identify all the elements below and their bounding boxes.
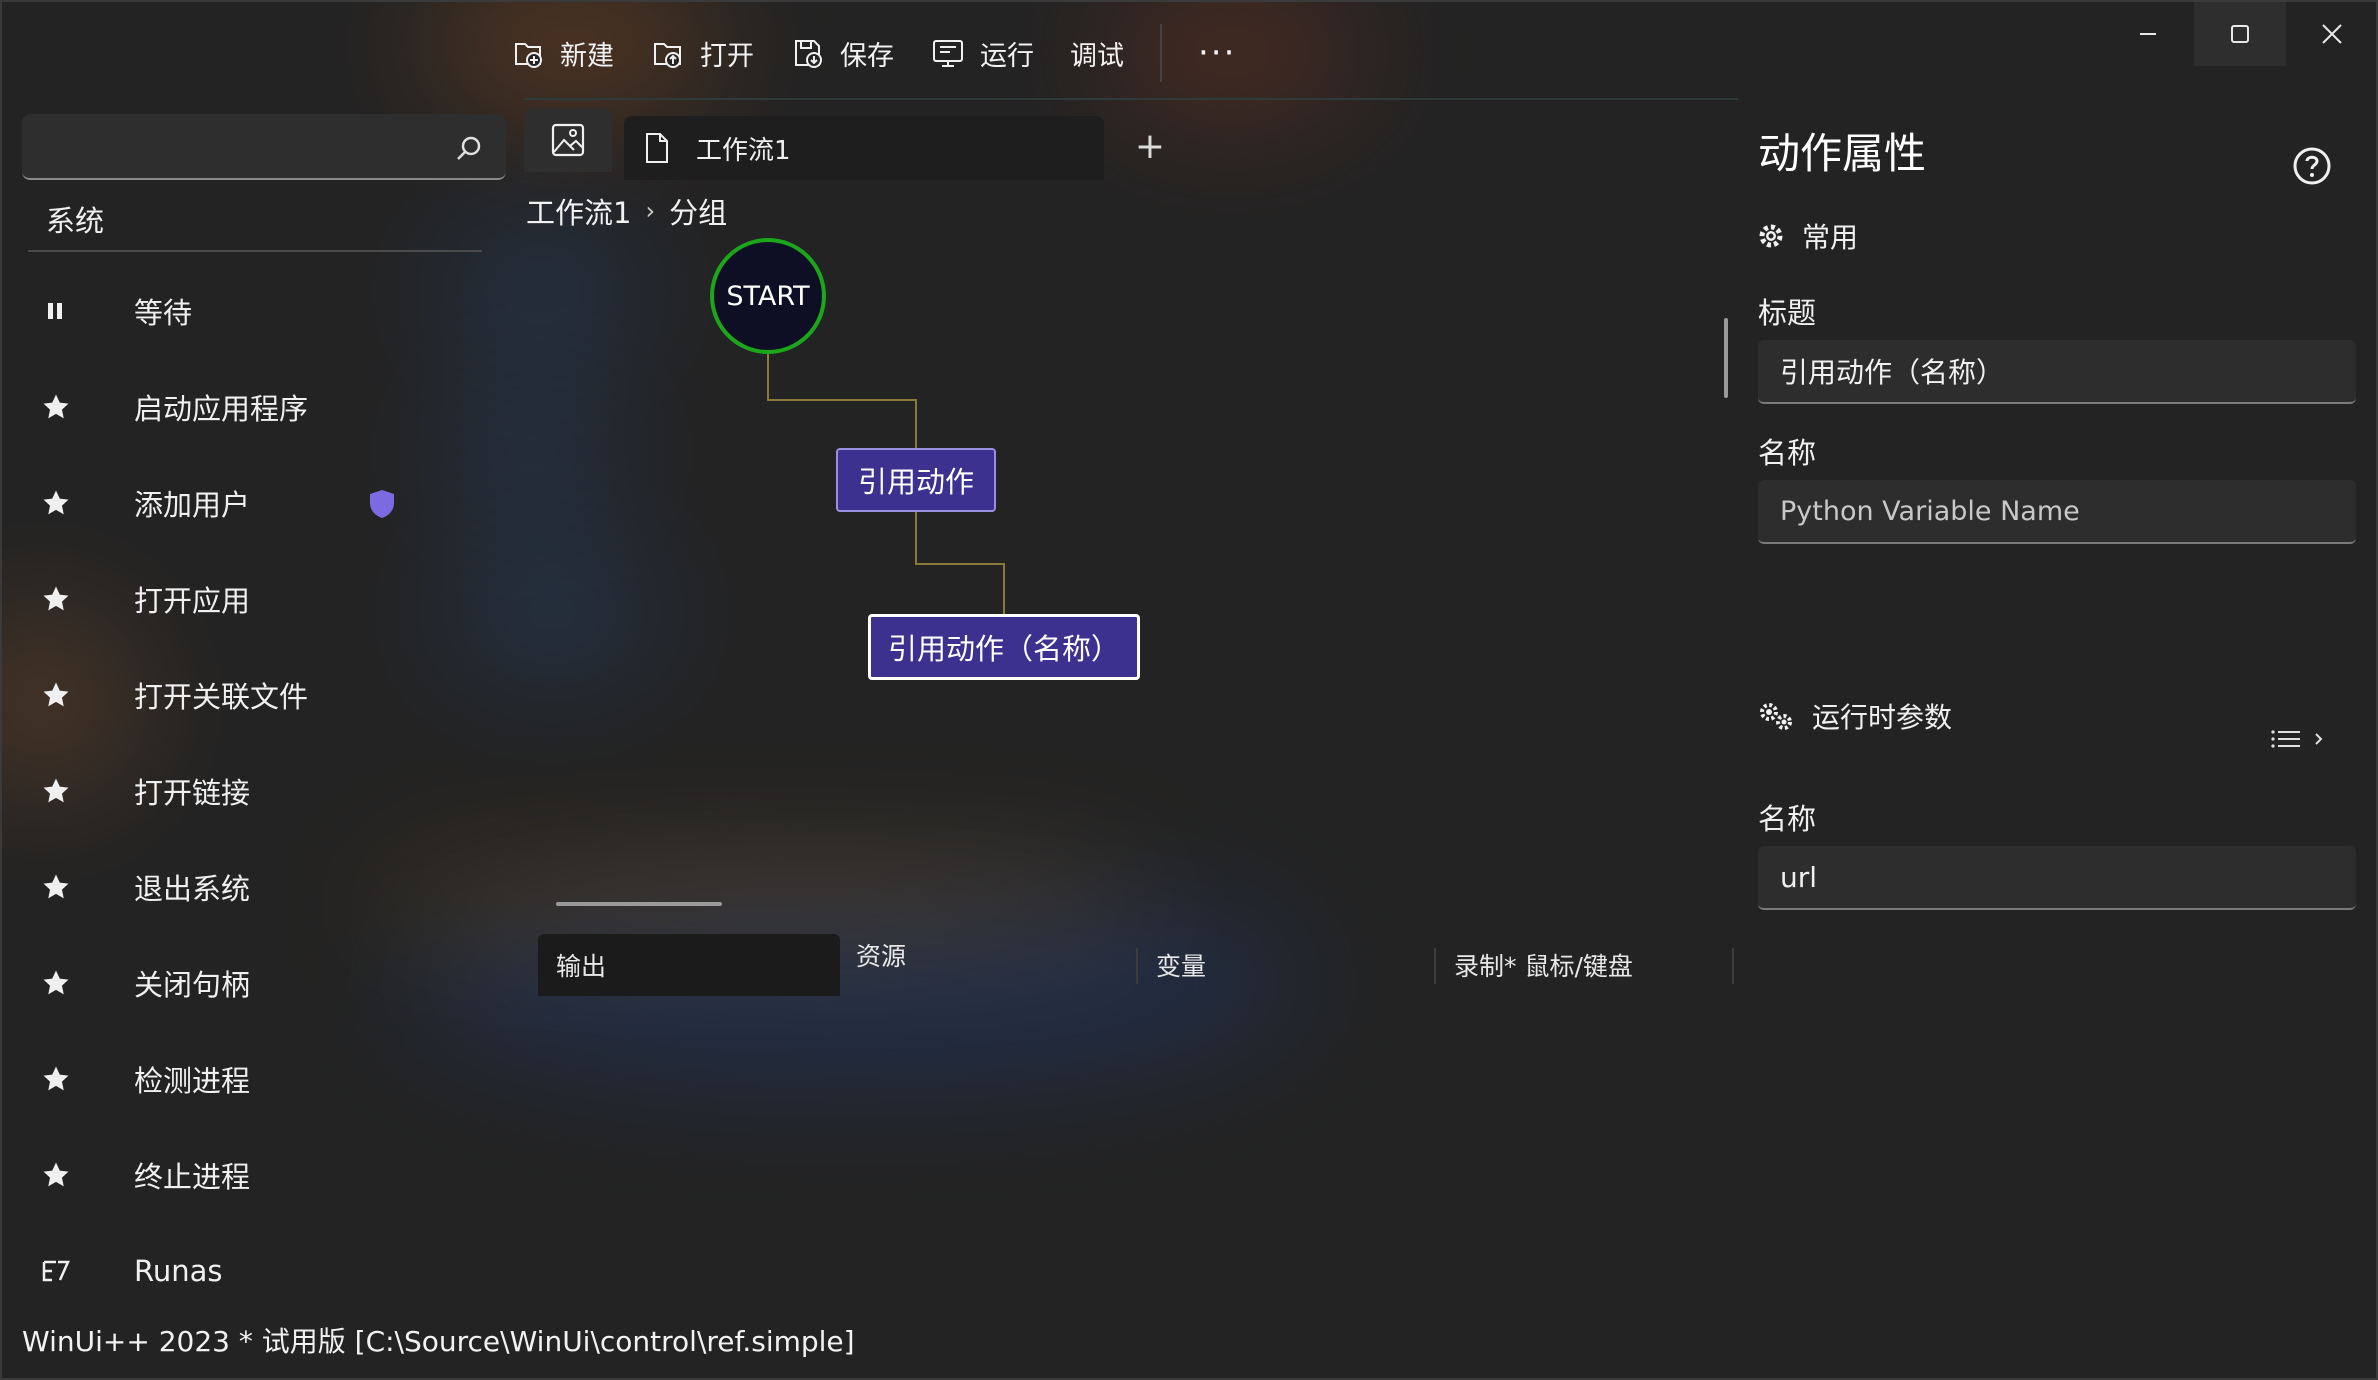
tab-variables[interactable]: 变量: [1138, 934, 1434, 996]
app-window: 新建 打开 保存 运行 调试 ··· 系统 等待 启动应用程序 添加用户 打开应…: [0, 0, 2378, 1380]
canvas-scrollbar[interactable]: [1724, 318, 1728, 398]
name-label: 名称: [1758, 436, 1817, 470]
runtime-name-field[interactable]: url: [1758, 846, 2356, 910]
tab-recording[interactable]: 录制* 鼠标/键盘: [1436, 934, 1732, 996]
list-icon: [2271, 730, 2300, 748]
status-bar: WinUi++ 2023 * 试用版 [C:\Source\WinUi\cont…: [22, 1325, 855, 1358]
gear-icon: [1759, 224, 1783, 248]
group-common-label: 常用: [1802, 221, 1859, 254]
tab-output[interactable]: 输出: [538, 934, 840, 996]
group-runtime-label: 运行时参数: [1812, 701, 1953, 734]
flow-node-ref-action[interactable]: 引用动作: [836, 448, 996, 512]
tab-resources[interactable]: 资源: [838, 924, 1138, 986]
properties-title: 动作属性: [1758, 129, 1927, 178]
gears-icon: [1760, 703, 1792, 730]
tab-separator: [1732, 948, 1734, 984]
panel-splitter[interactable]: [556, 902, 722, 906]
name-field[interactable]: Python Variable Name: [1758, 480, 2356, 544]
runtime-name-label: 名称: [1758, 802, 1817, 836]
group-runtime-params[interactable]: 运行时参数: [1758, 696, 1952, 736]
flow-connectors: [763, 339, 1009, 677]
group-common[interactable]: 常用: [1758, 216, 1858, 256]
title-field[interactable]: 引用动作（名称）: [1758, 340, 2356, 404]
chevron-right-icon: [2315, 733, 2323, 745]
help-icon[interactable]: [2292, 146, 2332, 186]
title-label: 标题: [1758, 296, 1817, 330]
flow-node-ref-action-named[interactable]: 引用动作（名称）: [868, 614, 1140, 680]
start-node[interactable]: START: [710, 238, 826, 354]
list-view-toggle[interactable]: [2270, 728, 2326, 750]
